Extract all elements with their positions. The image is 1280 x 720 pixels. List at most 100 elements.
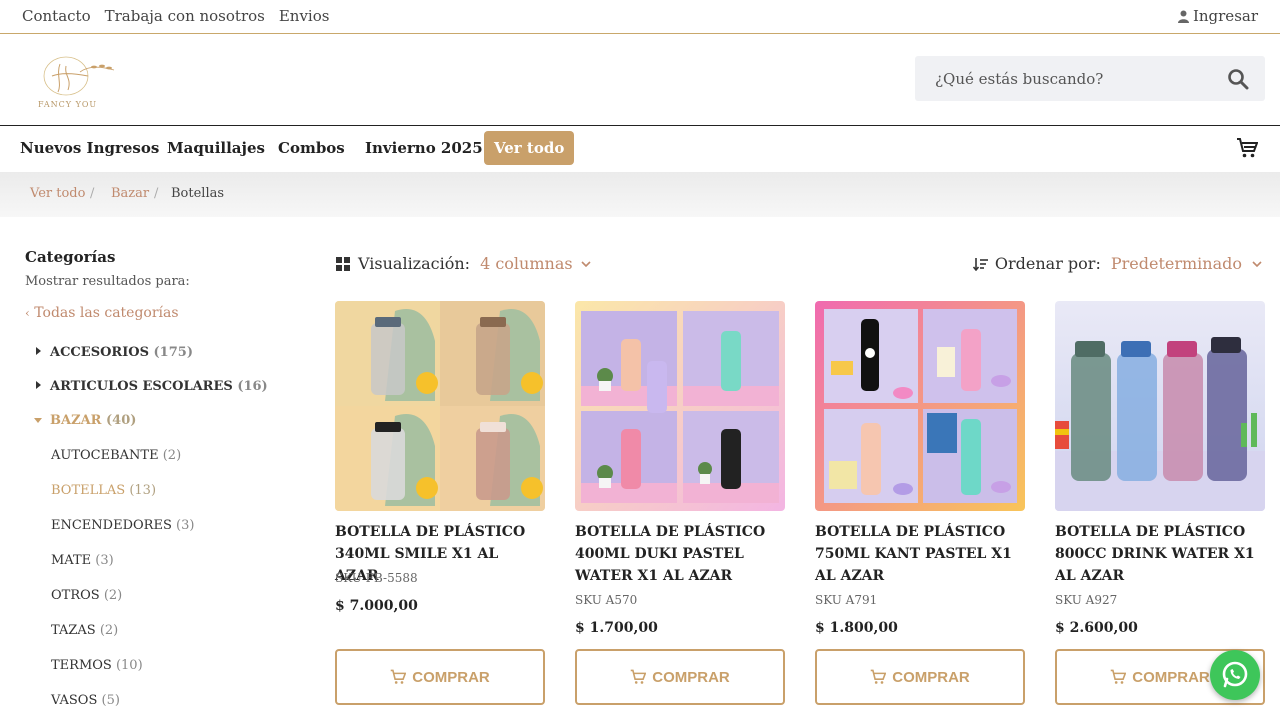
subcategory-tazas[interactable]: TAZAS (2) (51, 623, 118, 638)
subcategory-termos[interactable]: TERMOS (10) (51, 658, 143, 673)
subcategory-botellas[interactable]: BOTELLAS (13) (51, 483, 156, 498)
top-links: Contacto Trabaja con nosotros Envios (22, 7, 329, 25)
search-input[interactable] (915, 56, 1215, 101)
product-image[interactable] (1055, 301, 1265, 511)
subcategory-label: VASOS (51, 693, 98, 708)
product-name[interactable]: BOTELLA DE PLÁSTICO 400ML DUKI PASTEL WA… (575, 521, 785, 587)
logo-text: FANCY YOU (38, 100, 97, 109)
breadcrumb: Ver todo / Bazar / Botellas (0, 172, 1280, 217)
subcategory-label: OTROS (51, 588, 100, 603)
caret-right-icon[interactable] (36, 347, 41, 355)
subcategory-label: BOTELLAS (51, 483, 126, 498)
whatsapp-icon (1222, 661, 1248, 688)
category-accesorios[interactable]: ACCESORIOS (175) (50, 345, 193, 360)
breadcrumb-ver-todo[interactable]: Ver todo (30, 186, 85, 201)
caret-right-icon[interactable] (36, 381, 41, 389)
link-trabaja[interactable]: Trabaja con nosotros (105, 7, 265, 25)
all-categories-label: Todas las categorías (34, 305, 179, 321)
product-sku: SKU A791 (815, 593, 878, 607)
view-selector[interactable]: Visualización: 4 columnas (336, 254, 591, 273)
subcategory-vasos[interactable]: VASOS (5) (51, 693, 120, 708)
category-count: (175) (153, 345, 193, 360)
all-categories-link[interactable]: ‹ Todas las categorías (25, 305, 179, 321)
breadcrumb-bazar[interactable]: Bazar (111, 186, 149, 201)
sort-value: Predeterminado (1110, 254, 1242, 273)
cart-icon (1110, 669, 1127, 684)
product-image[interactable] (575, 301, 785, 511)
subcategory-label: AUTOCEBANTE (51, 448, 159, 463)
search-icon[interactable] (1227, 68, 1249, 90)
breadcrumb-separator: / (90, 186, 95, 201)
buy-button[interactable]: COMPRAR (335, 649, 545, 705)
login-link[interactable]: Ingresar (1177, 7, 1258, 25)
whatsapp-button[interactable] (1210, 650, 1260, 700)
subcategory-count: (10) (115, 658, 143, 673)
subcategory-mate[interactable]: MATE (3) (51, 553, 114, 568)
nav-maquillajes[interactable]: Maquillajes (167, 139, 265, 157)
product-image[interactable] (815, 301, 1025, 511)
product-name[interactable]: BOTELLA DE PLÁSTICO 800CC DRINK WATER X1… (1055, 521, 1265, 587)
category-label: ARTICULOS ESCOLARES (50, 379, 233, 394)
category-count: (40) (106, 413, 137, 428)
category-label: BAZAR (50, 413, 102, 428)
product-card: BOTELLA DE PLÁSTICO 400ML DUKI PASTEL WA… (575, 301, 785, 705)
link-envios[interactable]: Envios (279, 7, 330, 25)
breadcrumb-current: Botellas (171, 186, 225, 201)
sort-icon (972, 257, 988, 271)
view-label: Visualización: (358, 254, 471, 273)
nav-combos[interactable]: Combos (278, 139, 345, 157)
subcategory-autocebante[interactable]: AUTOCEBANTE (2) (51, 448, 181, 463)
product-card: BOTELLA DE PLÁSTICO 340ML SMILE X1 AL AZ… (335, 301, 545, 705)
cart-icon (870, 669, 887, 684)
nav-invierno[interactable]: Invierno 2025 (365, 139, 483, 157)
product-name[interactable]: BOTELLA DE PLÁSTICO 750ML KANT PASTEL X1… (815, 521, 1025, 587)
product-sku: SKU FB-5588 (335, 571, 418, 585)
nav-nuevos-ingresos[interactable]: Nuevos Ingresos (20, 139, 159, 157)
breadcrumb-separator: / (154, 186, 159, 201)
cart-icon (630, 669, 647, 684)
chevron-left-icon: ‹ (25, 306, 30, 320)
subcategory-count: (2) (162, 448, 182, 463)
subcategory-count: (13) (129, 483, 157, 498)
buy-label: COMPRAR (412, 668, 490, 686)
caret-down-icon[interactable] (34, 418, 42, 423)
sidebar-title: Categorías (25, 248, 116, 266)
buy-button[interactable]: COMPRAR (575, 649, 785, 705)
product-image[interactable] (335, 301, 545, 511)
grid-icon (336, 256, 350, 271)
view-value: 4 columnas (480, 254, 573, 273)
product-price: $ 1.800,00 (815, 620, 898, 636)
category-sidebar: Categorías Mostrar resultados para: ‹ To… (25, 248, 295, 708)
header: FANCY YOU (0, 34, 1280, 126)
chevron-down-icon (1252, 260, 1262, 267)
cart-icon[interactable] (1236, 137, 1258, 159)
subcategory-count: (3) (95, 553, 114, 568)
subcategory-label: ENCENDEDORES (51, 518, 172, 533)
user-icon (1177, 10, 1189, 23)
category-bazar[interactable]: BAZAR (40) (50, 413, 136, 428)
search-box (915, 56, 1265, 101)
ver-todo-button[interactable]: Ver todo (484, 131, 575, 165)
subcategory-otros[interactable]: OTROS (2) (51, 588, 122, 603)
buy-button[interactable]: COMPRAR (815, 649, 1025, 705)
subcategory-label: TERMOS (51, 658, 112, 673)
sort-selector[interactable]: Ordenar por: Predeterminado (972, 254, 1262, 273)
subcategory-label: MATE (51, 553, 92, 568)
top-bar: Contacto Trabaja con nosotros Envios Ing… (0, 0, 1280, 34)
chevron-down-icon (581, 260, 591, 267)
subcategory-label: TAZAS (51, 623, 96, 638)
product-card: BOTELLA DE PLÁSTICO 800CC DRINK WATER X1… (1055, 301, 1265, 705)
sidebar-subtitle: Mostrar resultados para: (25, 274, 190, 289)
logo[interactable]: FANCY YOU (16, 54, 120, 110)
product-price: $ 7.000,00 (335, 598, 418, 614)
category-label: ACCESORIOS (50, 345, 149, 360)
product-sku: SKU A927 (1055, 593, 1118, 607)
sort-label: Ordenar por: (994, 254, 1101, 273)
logo-mark-icon: FANCY YOU (38, 56, 115, 109)
subcategory-count: (3) (176, 518, 195, 533)
category-articulos-escolares[interactable]: ARTICULOS ESCOLARES (16) (50, 379, 268, 394)
subcategory-encendedores[interactable]: ENCENDEDORES (3) (51, 518, 194, 533)
subcategory-count: (2) (103, 588, 123, 603)
link-contacto[interactable]: Contacto (22, 7, 91, 25)
buy-label: COMPRAR (652, 668, 730, 686)
